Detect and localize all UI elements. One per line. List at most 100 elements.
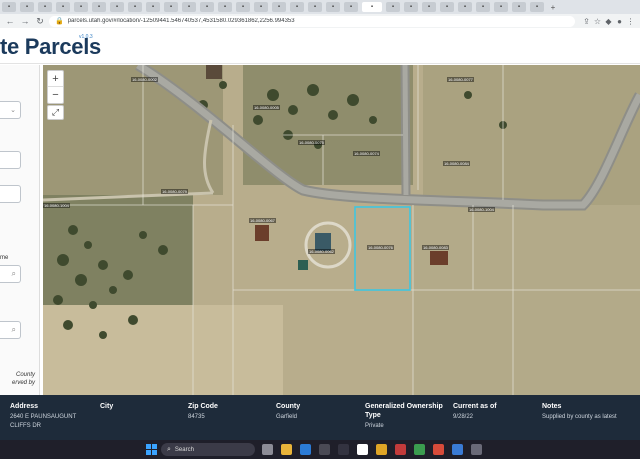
notes-column: Notes Supplied by county as latest — [542, 402, 637, 422]
browser-tab-strip: ▪ ▪ ▪ ▪ ▪ ▪ ▪ ▪ ▪ ▪ ▪ ▪ ▪ ▪ ▪ ▪ ▪ ▪ ▪ ▪ … — [0, 0, 640, 14]
extension-icon[interactable]: ◆ — [603, 17, 614, 26]
app-icon[interactable] — [395, 444, 406, 455]
browser-tab[interactable]: ▪ — [20, 2, 34, 12]
browser-tab[interactable]: ▪ — [218, 2, 232, 12]
parcel-label[interactable]: 16-0080-0077 — [447, 77, 474, 82]
browser-tab[interactable]: ▪ — [182, 2, 196, 12]
browser-tab[interactable]: ▪ — [272, 2, 286, 12]
address-field[interactable] — [0, 151, 21, 169]
app-icon[interactable] — [452, 444, 463, 455]
owner-search-input[interactable]: ⌕ — [0, 265, 21, 283]
browser-tab[interactable]: ▪ — [236, 2, 250, 12]
browser-tab[interactable]: ▪ — [404, 2, 418, 12]
media-icon[interactable] — [319, 444, 330, 455]
browser-tab[interactable]: ▪ — [530, 2, 544, 12]
parcel-label[interactable]: 16-0080-0076 — [367, 245, 394, 250]
current-as-of-header: Current as of — [453, 403, 497, 410]
county-select[interactable]: ⌄ — [0, 101, 21, 119]
search-icon[interactable]: ⌕ — [12, 269, 16, 279]
zoom-out-button[interactable]: − — [48, 87, 63, 103]
browser-address-bar: ← → ↻ 🔒 parcels.utah.gov/#/location/-125… — [0, 14, 640, 28]
calendar-icon[interactable] — [338, 444, 349, 455]
reload-icon[interactable]: ↻ — [34, 15, 46, 27]
taskbar-search[interactable]: ⌕ Search — [161, 443, 255, 456]
browser-tab[interactable]: ▪ — [440, 2, 454, 12]
lock-icon: 🔒 — [55, 18, 64, 25]
file-explorer-icon[interactable] — [281, 444, 292, 455]
chrome-icon[interactable] — [376, 444, 387, 455]
parcel-label[interactable]: 16-0080-0083 — [422, 245, 449, 250]
parcel-label[interactable]: 16-0080-0084 — [443, 161, 470, 166]
browser-tab[interactable]: ▪ — [422, 2, 436, 12]
app-icon[interactable] — [414, 444, 425, 455]
browser-tab[interactable]: ▪ — [38, 2, 52, 12]
parcel-label[interactable]: 16-0080-0067 — [249, 218, 276, 223]
owner-name-label: me — [0, 255, 9, 261]
profile-icon[interactable]: ● — [614, 17, 625, 26]
browser-tab[interactable]: ▪ — [128, 2, 142, 12]
app-header: te Parcels v1.0.3 — [0, 28, 640, 64]
ownership-column: Generalized Ownership Type Private — [365, 402, 450, 431]
browser-tab[interactable]: ▪ — [254, 2, 268, 12]
browser-tab[interactable]: ▪ — [92, 2, 106, 12]
menu-icon[interactable]: ⋮ — [625, 17, 636, 26]
ownership-value: Private — [365, 423, 384, 429]
parcel-label[interactable]: 16-0080-0002 — [131, 77, 158, 82]
browser-tab[interactable]: ▪ — [494, 2, 508, 12]
zoom-in-button[interactable]: + — [48, 71, 63, 87]
current-as-of-value: 9/28/22 — [453, 414, 474, 420]
app-icon[interactable] — [357, 444, 368, 455]
parcel-map[interactable]: 16-0080-0002 16-0080-0005 16-0080-0075 1… — [43, 65, 640, 395]
star-icon[interactable]: ☆ — [592, 17, 603, 26]
browser-tab[interactable]: ▪ — [290, 2, 304, 12]
search-icon: ⌕ — [167, 445, 171, 453]
task-view-icon[interactable] — [262, 444, 273, 455]
parcel-label[interactable]: 16-0080-0005 — [253, 105, 280, 110]
browser-tab[interactable]: ▪ — [512, 2, 526, 12]
app-icon[interactable] — [433, 444, 444, 455]
browser-tab[interactable]: ▪ — [344, 2, 358, 12]
parcel-label[interactable]: 16-0080-0074 — [353, 151, 380, 156]
forward-icon[interactable]: → — [19, 15, 31, 27]
browser-tab[interactable]: ▪ — [110, 2, 124, 12]
browser-tab-active[interactable]: ▪ — [362, 2, 382, 12]
app-icon[interactable] — [471, 444, 482, 455]
search-icon[interactable]: ⌕ — [12, 325, 16, 335]
taskbar-pinned-apps — [262, 444, 490, 455]
new-tab-icon[interactable]: + — [548, 2, 558, 12]
browser-tab[interactable]: ▪ — [2, 2, 16, 12]
browser-tab[interactable]: ▪ — [386, 2, 400, 12]
parcel-label[interactable]: 16-0080-1004 — [43, 203, 70, 208]
share-icon[interactable]: ⇪ — [581, 17, 592, 26]
parcel-label[interactable]: 16-0080-0062 — [308, 249, 335, 254]
parcel-label[interactable]: 16-0080-1004 — [468, 207, 495, 212]
zip-header: Zip Code — [188, 403, 218, 410]
browser-tab[interactable]: ▪ — [326, 2, 340, 12]
parcel-label[interactable]: 16-0080-0079 — [161, 189, 188, 194]
notes-value: Supplied by county as latest — [542, 414, 617, 420]
notes-header: Notes — [542, 403, 562, 410]
city-field[interactable] — [0, 185, 21, 203]
zip-value: 84735 — [188, 414, 205, 420]
browser-tab[interactable]: ▪ — [308, 2, 322, 12]
mail-icon[interactable] — [300, 444, 311, 455]
browser-tab[interactable]: ▪ — [164, 2, 178, 12]
browser-tab[interactable]: ▪ — [56, 2, 70, 12]
county-note: County erved by — [12, 371, 35, 387]
url-input[interactable]: 🔒 parcels.utah.gov/#/location/-12509441.… — [49, 15, 575, 27]
browser-tab[interactable]: ▪ — [146, 2, 160, 12]
browser-tab[interactable]: ▪ — [458, 2, 472, 12]
city-column: City — [100, 402, 180, 413]
parcel-search-input[interactable]: ⌕ — [0, 321, 21, 339]
left-search-panel: ⌄ me ⌕ ⌕ County erved by — [0, 65, 40, 395]
parcel-label[interactable]: 16-0080-0075 — [298, 140, 325, 145]
back-icon[interactable]: ← — [4, 15, 16, 27]
browser-tab[interactable]: ▪ — [74, 2, 88, 12]
browser-tab[interactable]: ▪ — [476, 2, 490, 12]
full-extent-button[interactable]: ⤢ — [47, 105, 64, 120]
browser-tab[interactable]: ▪ — [200, 2, 214, 12]
chevron-down-icon: ⌄ — [10, 107, 16, 114]
zoom-control: + − — [47, 70, 64, 104]
app-version: v1.0.3 — [79, 34, 93, 40]
windows-start-icon[interactable] — [146, 444, 157, 455]
